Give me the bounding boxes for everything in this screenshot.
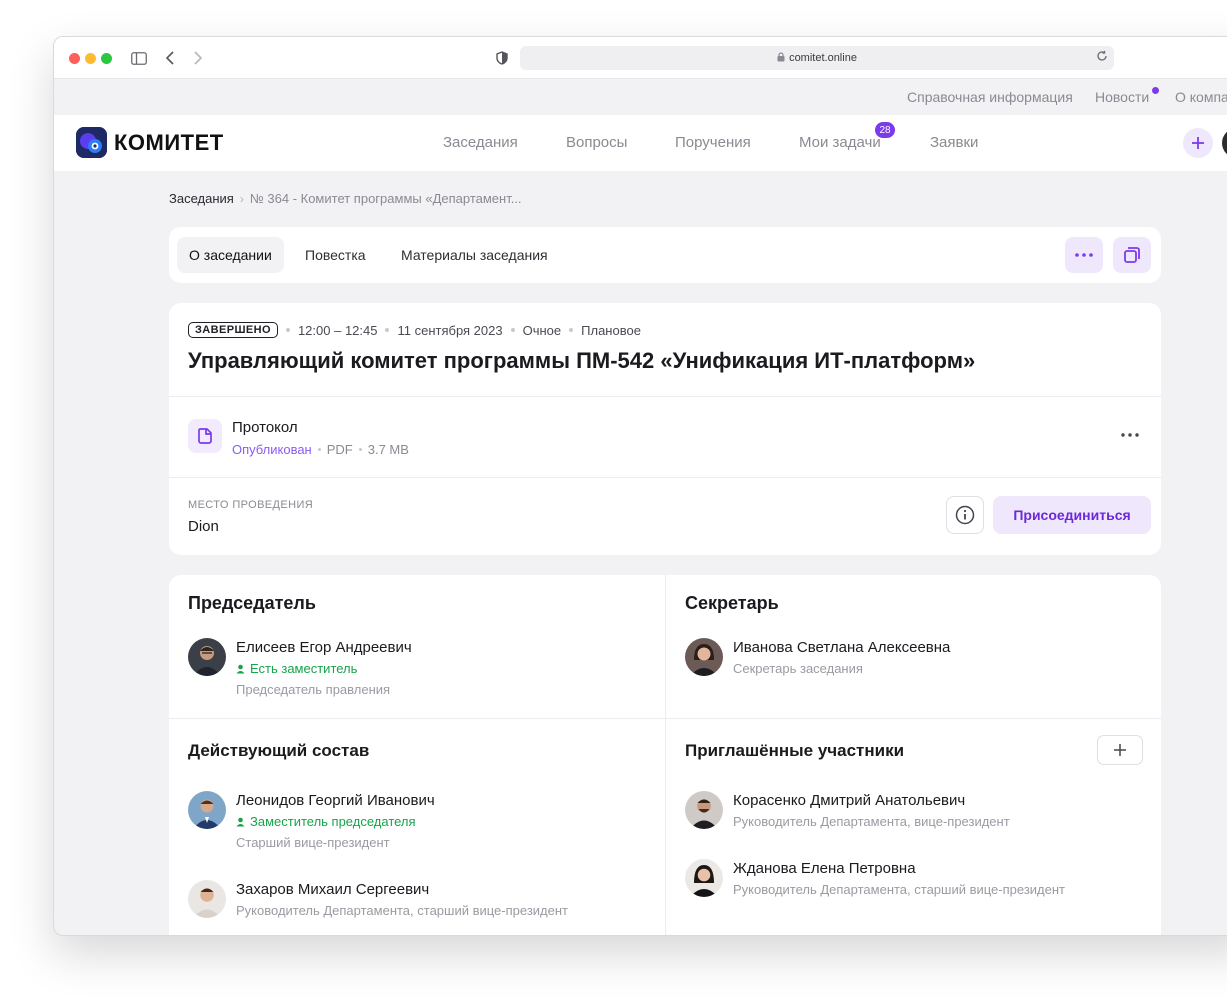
person-name: Корасенко Дмитрий Анатольевич <box>733 792 966 809</box>
person-role: Председатель правления <box>236 682 391 697</box>
logo[interactable]: КОМИТЕТ <box>76 127 224 158</box>
avatar <box>685 859 723 897</box>
privacy-shield-icon[interactable] <box>492 48 512 68</box>
meeting-meta-row: ЗАВЕРШЕНО 12:00 – 12:45 11 сентября 2023… <box>188 322 641 338</box>
lock-icon <box>777 51 785 65</box>
document-more-icon[interactable] <box>1117 427 1143 443</box>
breadcrumb-meetings[interactable]: Заседания <box>169 191 234 206</box>
tab-agenda[interactable]: Повестка <box>293 237 378 273</box>
person-role: Руководитель Департамента, старший вице-… <box>733 882 1066 897</box>
meeting-kind: Плановое <box>581 322 641 338</box>
news-unread-dot <box>1152 87 1159 94</box>
divider <box>169 396 1161 397</box>
person-name: Леонидов Георгий Иванович <box>236 792 435 809</box>
meeting-summary-card: ЗАВЕРШЕНО 12:00 – 12:45 11 сентября 2023… <box>169 303 1161 555</box>
deputy-tag: Заместитель председателя <box>236 814 416 829</box>
chair-section-title: Председатель <box>188 593 316 613</box>
meeting-date: 11 сентября 2023 <box>397 322 503 338</box>
person-role: Руководитель Департамента, старший вице-… <box>236 903 569 918</box>
minimize-window-button[interactable] <box>85 53 96 64</box>
avatar <box>685 638 723 676</box>
maximize-window-button[interactable] <box>101 53 112 64</box>
add-participant-button[interactable] <box>1097 735 1143 765</box>
secretary-section-title: Секретарь <box>685 593 779 613</box>
nav-my-tasks[interactable]: Мои задачи <box>799 134 881 151</box>
copy-icon <box>1124 247 1140 263</box>
person-role: Руководитель Департамента, вице-президен… <box>733 814 1010 829</box>
avatar <box>188 638 226 676</box>
document-type: PDF <box>326 442 353 457</box>
person-name: Елисеев Егор Андреевич <box>236 639 412 656</box>
avatar <box>188 880 226 918</box>
person-name: Захаров Михаил Сергеевич <box>236 881 430 898</box>
join-button[interactable]: Присоединиться <box>993 496 1151 534</box>
utility-nav-about[interactable]: О компа <box>1175 89 1227 105</box>
meeting-tabs-bar: О заседании Повестка Материалы заседания <box>169 227 1161 283</box>
close-window-button[interactable] <box>69 53 80 64</box>
copy-button[interactable] <box>1113 237 1151 273</box>
person-name: Иванова Светлана Алексеевна <box>733 639 951 656</box>
breadcrumb-separator-icon: › <box>239 191 244 206</box>
breadcrumb-current: № 364 - Комитет программы «Департамент..… <box>249 191 522 206</box>
logo-text: КОМИТЕТ <box>114 129 224 155</box>
person-name: Жданова Елена Петровна <box>733 860 916 877</box>
user-avatar[interactable] <box>1222 128 1227 158</box>
invited-section-title: Приглашённые участники <box>685 741 905 760</box>
deputy-tag: Есть заместитель <box>236 661 357 676</box>
divider <box>665 575 666 935</box>
document-status: Опубликован <box>232 442 312 457</box>
avatar <box>188 791 226 829</box>
more-dots-icon <box>1075 253 1093 257</box>
members-section-title: Действующий состав <box>188 741 370 760</box>
back-icon[interactable] <box>160 48 180 68</box>
tab-about[interactable]: О заседании <box>177 237 284 273</box>
document-icon[interactable] <box>188 419 222 453</box>
user-icon <box>236 817 245 826</box>
divider <box>169 477 1161 478</box>
address-bar[interactable]: comitet.online <box>520 46 1114 70</box>
sidebar-toggle-icon[interactable] <box>129 48 149 68</box>
venue-label: МЕСТО ПРОВЕДЕНИЯ <box>188 499 314 511</box>
url-text: comitet.online <box>789 52 857 64</box>
person-role: Старший вице-президент <box>236 835 390 850</box>
plus-icon <box>1192 137 1204 149</box>
logo-mark-icon <box>76 127 107 158</box>
browser-window: comitet.online Справочная информация Нов… <box>53 36 1227 936</box>
browser-toolbar: comitet.online <box>54 37 1227 79</box>
info-icon <box>955 505 975 525</box>
participants-card: Председатель Елисеев Егор Андреевич Есть… <box>169 575 1161 935</box>
protocol-link[interactable]: Протокол <box>232 419 298 436</box>
tab-materials[interactable]: Материалы заседания <box>389 237 560 273</box>
avatar <box>685 791 723 829</box>
user-icon <box>236 664 245 673</box>
main-header: КОМИТЕТ Заседания Вопросы Поручения Мои … <box>54 115 1227 171</box>
utility-nav-reference[interactable]: Справочная информация <box>907 89 1073 105</box>
document-meta: Опубликован PDF 3.7 MB <box>232 442 409 457</box>
meeting-time: 12:00 – 12:45 <box>297 322 378 338</box>
more-actions-button[interactable] <box>1065 237 1103 273</box>
nav-questions[interactable]: Вопросы <box>566 134 627 151</box>
meeting-format: Очное <box>522 322 562 338</box>
nav-meetings[interactable]: Заседания <box>443 134 518 151</box>
forward-icon[interactable] <box>188 48 208 68</box>
plus-icon <box>1114 744 1126 756</box>
person-role: Секретарь заседания <box>733 661 863 676</box>
tasks-count-badge: 28 <box>875 122 895 138</box>
reload-icon[interactable] <box>1096 50 1108 65</box>
breadcrumb: Заседания › № 364 - Комитет программы «Д… <box>169 191 522 206</box>
nav-assignments[interactable]: Поручения <box>675 134 751 151</box>
utility-nav: Справочная информация Новости О компа <box>54 79 1227 115</box>
page-title: Управляющий комитет программы ПМ-542 «Ун… <box>188 348 976 373</box>
venue-info-button[interactable] <box>946 496 984 534</box>
document-size: 3.7 MB <box>367 442 409 457</box>
venue-value: Dion <box>188 518 219 535</box>
create-button[interactable] <box>1183 128 1213 158</box>
divider <box>169 718 1161 719</box>
utility-nav-news[interactable]: Новости <box>1095 89 1149 105</box>
status-badge: ЗАВЕРШЕНО <box>188 322 278 338</box>
nav-requests[interactable]: Заявки <box>930 134 978 151</box>
